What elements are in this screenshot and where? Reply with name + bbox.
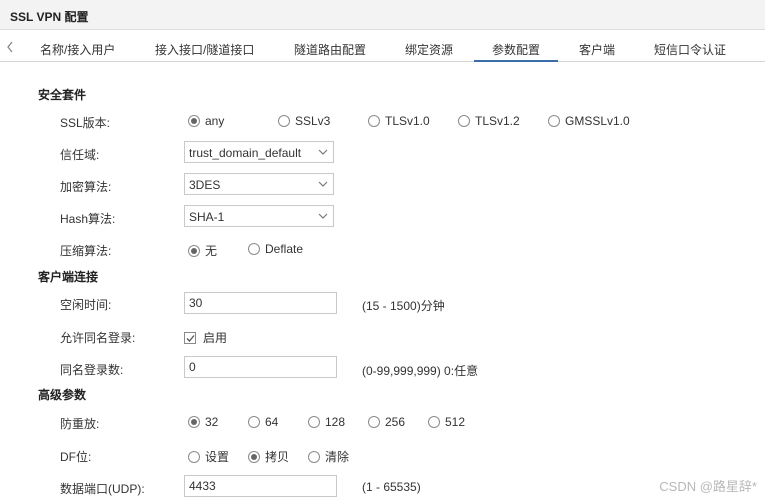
radio-dot: [248, 416, 260, 428]
radio-dot: [428, 416, 440, 428]
anti-replay-radio-64[interactable]: 64: [248, 415, 278, 429]
radio-label: GMSSLv1.0: [565, 114, 630, 128]
radio-dot: [188, 450, 200, 463]
ssl-version-label: SSL版本:: [60, 116, 111, 130]
ssl-version-radio-tlsv10[interactable]: TLSv1.0: [368, 114, 430, 128]
anti-replay-radio-512[interactable]: 512: [428, 415, 465, 429]
idle-time-label: 空闲时间:: [60, 298, 112, 312]
anti-replay-radio-32[interactable]: 32: [188, 415, 218, 429]
radio-label: 256: [385, 415, 406, 429]
title-bar: SSL VPN 配置: [0, 0, 765, 30]
tab-tunnel-routing[interactable]: 隧道路由配置: [294, 41, 366, 62]
radio-label: Deflate: [265, 242, 304, 256]
radio-label: 无: [205, 244, 218, 258]
radio-label: TLSv1.0: [385, 114, 430, 128]
checkbox-box: [184, 331, 196, 344]
anti-replay-radio-256[interactable]: 256: [368, 415, 405, 429]
radio-dot: [458, 115, 470, 127]
trust-domain-select[interactable]: trust_domain_default: [184, 141, 334, 163]
radio-dot: [368, 115, 380, 127]
chevron-left-icon[interactable]: [6, 41, 18, 55]
radio-dot: [308, 450, 320, 463]
trust-domain-label: 信任域:: [60, 148, 100, 162]
df-bit-radio-copy[interactable]: 拷贝: [248, 448, 289, 465]
df-bit-radio-clear[interactable]: 清除: [308, 448, 349, 465]
idle-time-hint: (15 - 1500)分钟: [362, 299, 445, 313]
radio-label: 清除: [325, 450, 350, 464]
radio-label: 32: [205, 415, 219, 429]
encryption-select[interactable]: 3DES: [184, 173, 334, 195]
ssl-version-radio-gmssl[interactable]: GMSSLv1.0: [548, 114, 630, 128]
same-name-count-input[interactable]: [184, 356, 337, 378]
radio-label: 64: [265, 415, 279, 429]
radio-dot: [278, 115, 290, 127]
anti-replay-radio-128[interactable]: 128: [308, 415, 345, 429]
encryption-label: 加密算法:: [60, 180, 112, 194]
chevron-down-icon: [318, 181, 328, 187]
hash-label: Hash算法:: [60, 212, 116, 226]
tab-bind-resources[interactable]: 绑定资源: [405, 41, 453, 62]
hash-select[interactable]: SHA-1: [184, 205, 334, 227]
section-title-client: 客户端连接: [38, 270, 99, 284]
same-name-login-label: 允许同名登录:: [60, 331, 136, 345]
radio-dot: [188, 244, 200, 257]
tab-name-access-users[interactable]: 名称/接入用户: [40, 41, 115, 62]
hash-value: SHA-1: [189, 210, 225, 224]
radio-label: SSLv3: [295, 114, 331, 128]
window-title: SSL VPN 配置: [10, 10, 89, 24]
radio-dot: [368, 416, 380, 428]
radio-label: 512: [445, 415, 466, 429]
radio-label: any: [205, 114, 225, 128]
compression-radio-deflate[interactable]: Deflate: [248, 242, 303, 256]
anti-replay-label: 防重放:: [60, 417, 100, 431]
radio-dot: [188, 115, 200, 127]
idle-time-input[interactable]: [184, 292, 337, 314]
data-port-hint: (1 - 65535): [362, 480, 421, 494]
radio-dot: [188, 416, 200, 428]
section-title-advanced: 高级参数: [38, 388, 87, 402]
trust-domain-value: trust_domain_default: [189, 146, 302, 160]
checkmark-icon: [186, 334, 195, 342]
chevron-down-icon: [318, 149, 328, 155]
section-title-security: 安全套件: [38, 88, 87, 102]
tab-bar: 名称/接入用户 接入接口/隧道接口 隧道路由配置 绑定资源 参数配置 客户端 短…: [0, 36, 765, 62]
ssl-version-radio-any[interactable]: any: [188, 114, 224, 128]
same-name-count-hint: (0-99,999,999) 0:任意: [362, 364, 479, 378]
data-port-label: 数据端口(UDP):: [60, 482, 145, 496]
same-name-login-checkbox[interactable]: 启用: [184, 329, 227, 346]
radio-dot: [248, 450, 260, 463]
tab-parameters[interactable]: 参数配置: [474, 41, 558, 62]
tab-sms-auth[interactable]: 短信口令认证: [654, 41, 726, 62]
tab-access-interface[interactable]: 接入接口/隧道接口: [155, 41, 254, 62]
encryption-value: 3DES: [189, 178, 221, 192]
compression-radio-none[interactable]: 无: [188, 242, 217, 259]
data-port-input[interactable]: [184, 475, 337, 497]
ssl-version-radio-tlsv12[interactable]: TLSv1.2: [458, 114, 520, 128]
df-bit-radio-set[interactable]: 设置: [188, 448, 229, 465]
radio-label: TLSv1.2: [475, 114, 520, 128]
ssl-version-radio-sslv3[interactable]: SSLv3: [278, 114, 330, 128]
same-name-login-checkbox-label: 启用: [203, 331, 228, 345]
radio-label: 设置: [205, 450, 230, 464]
radio-dot: [308, 416, 320, 428]
radio-dot: [248, 243, 260, 255]
df-bit-label: DF位:: [60, 450, 92, 464]
radio-label: 128: [325, 415, 346, 429]
compression-label: 压缩算法:: [60, 244, 112, 258]
radio-dot: [548, 115, 560, 127]
tab-client[interactable]: 客户端: [579, 41, 615, 62]
radio-label: 拷贝: [265, 450, 290, 464]
same-name-count-label: 同名登录数:: [60, 363, 124, 377]
watermark: CSDN @路星辞*: [659, 479, 757, 494]
chevron-down-icon: [318, 213, 328, 219]
